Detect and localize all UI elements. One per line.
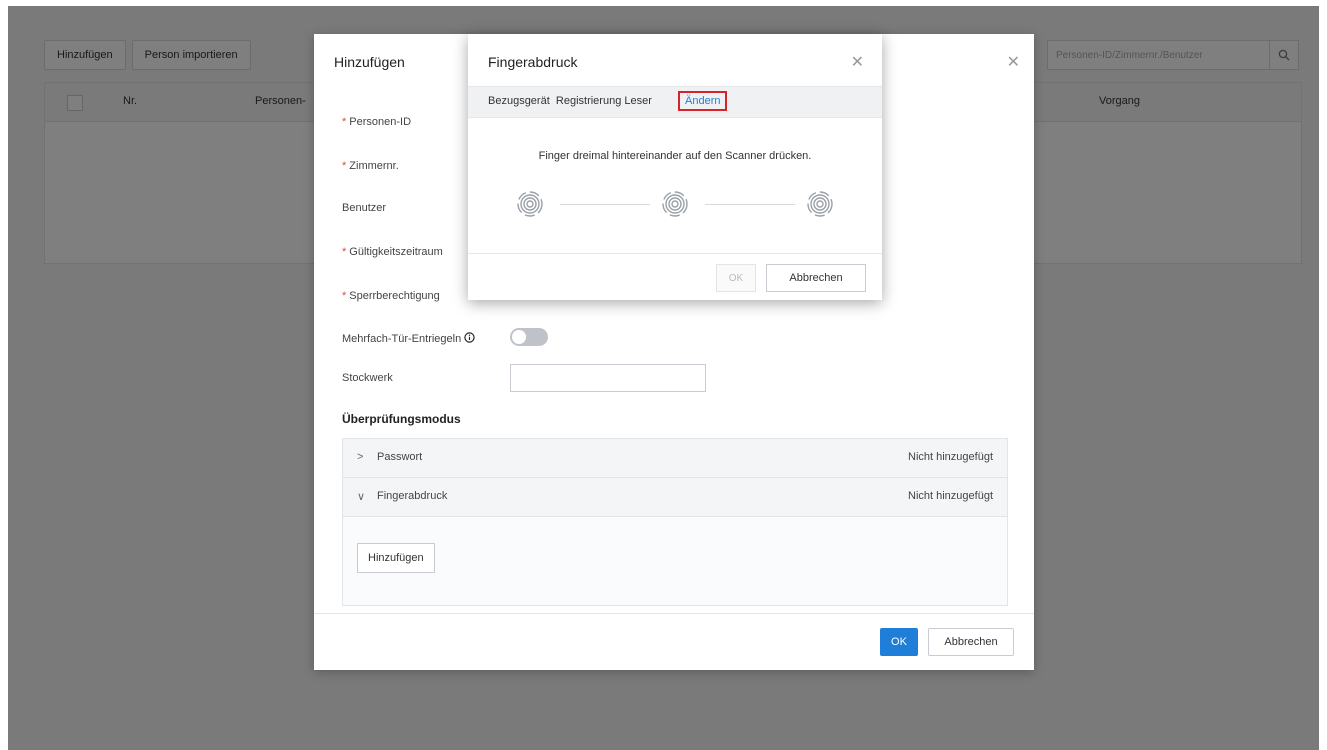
floor-label: Stockwerk <box>342 372 393 384</box>
verification-mode-title: Überprüfungsmodus <box>342 412 461 426</box>
dialog-footer: OK Abbrechen <box>314 613 1034 670</box>
cancel-button[interactable]: Abbrechen <box>766 264 866 292</box>
multi-door-label: Mehrfach-Tür-Entriegeln <box>342 332 475 345</box>
fingerprint-dialog: Fingerabdruck ✕ Bezugsgerät Registrierun… <box>468 34 882 300</box>
close-icon[interactable]: ✕ <box>851 52 864 72</box>
dialog-title: Hinzufügen <box>334 54 405 70</box>
lock-permission-label: * Sperrberechtigung <box>342 290 440 302</box>
add-fingerprint-button[interactable]: Hinzufügen <box>357 543 435 573</box>
vm-row-fingerprint[interactable]: ∨ Fingerabdruck Nicht hinzugefügt <box>343 478 1007 517</box>
reference-device-bar: Bezugsgerät Registrierung Leser Ändern <box>468 86 882 118</box>
ok-button-disabled[interactable]: OK <box>716 264 756 292</box>
vm-row-label: Fingerabdruck <box>377 490 448 502</box>
vm-row-password[interactable]: > Passwort Nicht hinzugefügt <box>343 439 1007 478</box>
vm-row-label: Passwort <box>377 451 423 463</box>
chevron-right-icon: > <box>357 451 364 463</box>
change-device-link[interactable]: Ändern <box>678 91 728 111</box>
fingerprint-icon <box>517 191 543 217</box>
user-label: Benutzer <box>342 202 387 214</box>
cancel-button[interactable]: Abbrechen <box>928 628 1014 656</box>
vm-row-status: Nicht hinzugefügt <box>908 490 993 502</box>
person-id-label: * Personen-ID <box>342 116 412 128</box>
room-no-label: * Zimmernr. <box>342 160 399 172</box>
reference-device-text: Bezugsgerät Registrierung Leser <box>488 95 652 107</box>
ok-button[interactable]: OK <box>880 628 918 656</box>
screen: Hinzufügen Person importieren Personen-I… <box>8 6 1319 750</box>
scan-instruction: Finger dreimal hintereinander auf den Sc… <box>538 150 812 162</box>
validity-label: * Gültigkeitszeitraum <box>342 246 443 258</box>
progress-line <box>705 204 795 205</box>
chevron-down-icon: ∨ <box>357 491 366 503</box>
floor-input[interactable] <box>510 364 706 392</box>
fingerprint-icon <box>662 191 688 217</box>
close-icon[interactable]: ✕ <box>1007 52 1020 72</box>
verification-mode-panel: > Passwort Nicht hinzugefügt ∨ Fingerabd… <box>342 438 1008 606</box>
fingerprint-dialog-title: Fingerabdruck <box>488 54 578 70</box>
progress-line <box>560 204 650 205</box>
multi-door-toggle[interactable] <box>510 328 548 346</box>
info-icon <box>464 332 475 343</box>
vm-row-status: Nicht hinzugefügt <box>908 451 993 463</box>
fingerprint-dialog-footer: OK Abbrechen <box>468 253 882 300</box>
scan-progress <box>512 186 838 226</box>
fingerprint-icon <box>807 191 833 217</box>
